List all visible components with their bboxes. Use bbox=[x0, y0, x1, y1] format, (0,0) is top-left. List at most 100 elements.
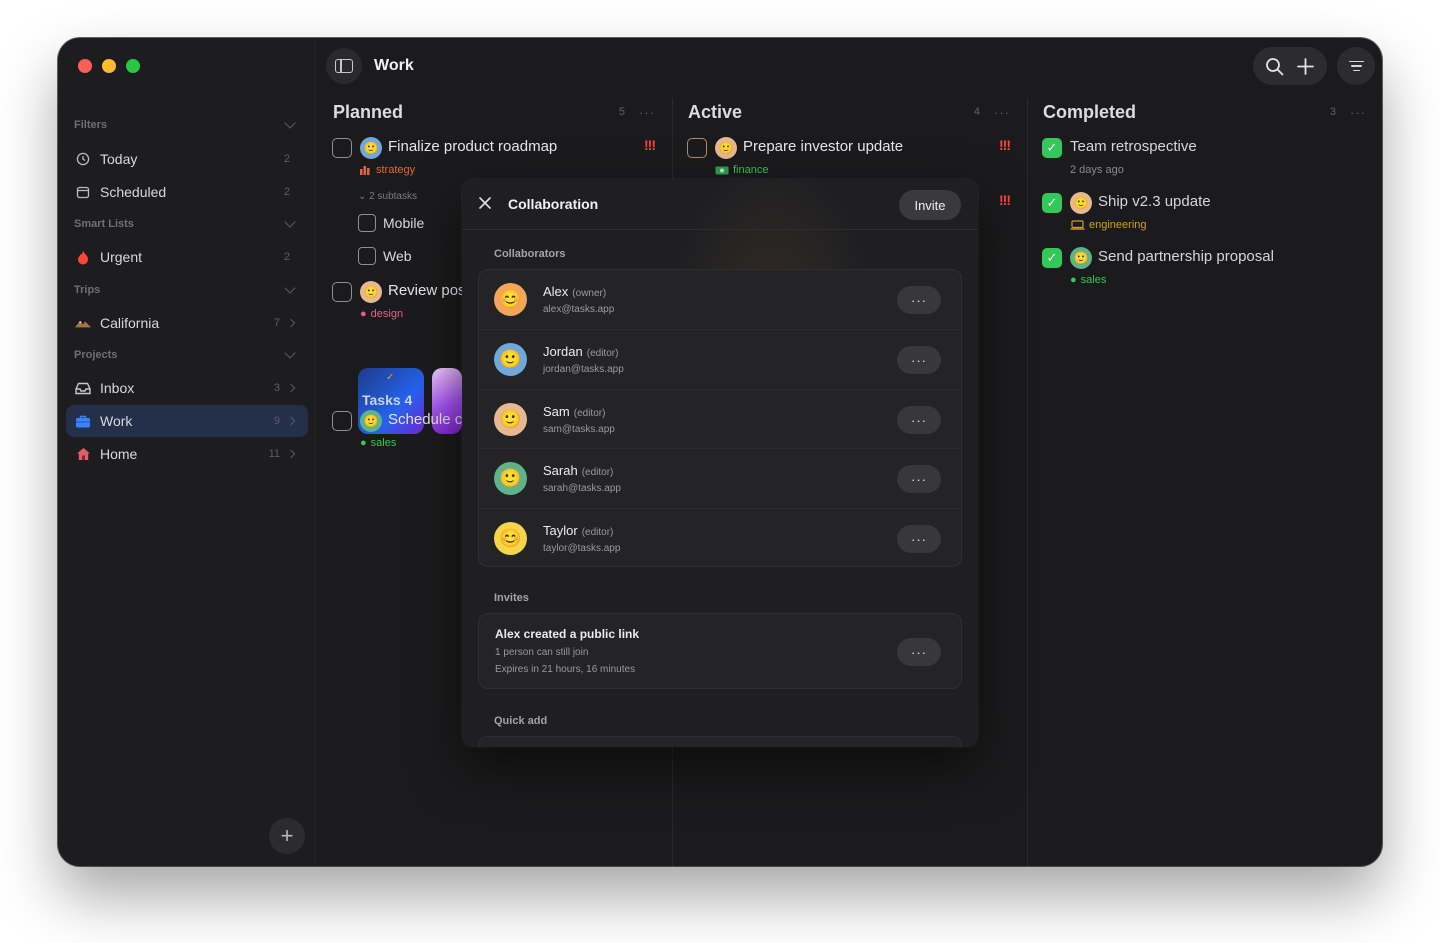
sidebar-item-urgent[interactable]: Urgent 2 bbox=[66, 241, 308, 273]
quick-add-card[interactable] bbox=[478, 736, 962, 747]
section-trips[interactable]: Trips bbox=[74, 280, 300, 300]
add-task-button[interactable] bbox=[1292, 52, 1320, 80]
assignee-avatar: 🙂 bbox=[360, 281, 382, 303]
column-more-button[interactable]: ··· bbox=[1350, 105, 1366, 120]
column-more-button[interactable]: ··· bbox=[639, 105, 655, 120]
chevron-down-icon bbox=[284, 117, 296, 129]
column-completed: Completed 3 ··· ✓ Team retrospective 2 d… bbox=[1027, 98, 1382, 866]
subtask-label: Web bbox=[383, 248, 412, 264]
collaborator-more-button[interactable]: ··· bbox=[897, 406, 941, 434]
add-list-button[interactable]: + bbox=[269, 818, 305, 854]
collaborator-role: (editor) bbox=[573, 408, 606, 419]
calendar-icon bbox=[75, 184, 91, 200]
sidebar-item-home[interactable]: Home 11 bbox=[66, 438, 308, 470]
dollar-icon: ● bbox=[1070, 274, 1077, 286]
palette-icon: ● bbox=[360, 308, 367, 320]
clock-icon bbox=[75, 151, 91, 167]
check-icon: ✓ bbox=[386, 372, 395, 383]
section-label: Projects bbox=[74, 349, 118, 361]
section-smart-lists[interactable]: Smart Lists bbox=[74, 214, 300, 234]
collaborator-row: 😊 Taylor (editor) taylor@tasks.app ··· bbox=[479, 508, 961, 567]
close-window-button[interactable] bbox=[78, 59, 92, 73]
section-heading: Invites bbox=[494, 592, 529, 604]
sidebar-item-inbox[interactable]: Inbox 3 bbox=[66, 372, 308, 404]
task-checkbox[interactable] bbox=[332, 411, 352, 431]
task-item[interactable]: ✓ 🙂 Send partnership proposal ● sales bbox=[1042, 247, 1366, 299]
subtasks-toggle[interactable]: ⌄ 2 subtasks bbox=[358, 191, 417, 202]
sidebar-item-count: 2 bbox=[283, 153, 290, 165]
sidebar-item-count: 2 bbox=[283, 251, 290, 263]
toggle-sidebar-button[interactable] bbox=[326, 48, 362, 84]
filter-menu-button[interactable] bbox=[1337, 47, 1375, 85]
collaborator-email: jordan@tasks.app bbox=[543, 364, 624, 375]
task-checkbox[interactable] bbox=[332, 282, 352, 302]
task-checkbox[interactable] bbox=[687, 138, 707, 158]
section-label: Trips bbox=[74, 284, 101, 296]
task-checkbox[interactable]: ✓ bbox=[1042, 138, 1062, 158]
collaborator-row: 🙂 Jordan (editor) jordan@tasks.app ··· bbox=[479, 329, 961, 388]
assignee-avatar: 🙂 bbox=[360, 410, 382, 432]
task-item[interactable]: ✓ 🙂 Ship v2.3 update engineering bbox=[1042, 192, 1366, 244]
column-more-button[interactable]: ··· bbox=[994, 105, 1010, 120]
task-checkbox[interactable]: ✓ bbox=[1042, 193, 1062, 213]
task-checkbox[interactable] bbox=[332, 138, 352, 158]
sidebar-item-today[interactable]: Today 2 bbox=[66, 143, 308, 175]
collaborator-more-button[interactable]: ··· bbox=[897, 465, 941, 493]
task-tag: ● sales bbox=[360, 437, 397, 449]
close-dialog-button[interactable] bbox=[476, 194, 494, 212]
collaborator-row: 😊 Alex (owner) alex@tasks.app ··· bbox=[479, 270, 961, 329]
avatar: 🙂 bbox=[494, 462, 527, 495]
mountain-icon bbox=[75, 315, 91, 331]
assignee-avatar: 🙂 bbox=[715, 137, 737, 159]
section-heading: Quick add bbox=[494, 715, 548, 727]
section-filters[interactable]: Filters bbox=[74, 115, 300, 135]
assignee-avatar: 🙂 bbox=[1070, 192, 1092, 214]
column-count: 4 bbox=[973, 106, 980, 118]
subtask-checkbox[interactable] bbox=[358, 247, 376, 265]
task-tag: finance bbox=[715, 164, 768, 176]
priority-indicator: !!! bbox=[644, 137, 656, 153]
collaborator-email: sam@tasks.app bbox=[543, 424, 615, 435]
chevron-right-icon bbox=[286, 318, 296, 328]
collaborator-more-button[interactable]: ··· bbox=[897, 286, 941, 314]
close-icon bbox=[479, 197, 491, 209]
sidebar-item-california[interactable]: California 7 bbox=[66, 307, 308, 339]
sidebar-item-label: Home bbox=[100, 446, 138, 462]
sidebar-item-work[interactable]: Work 9 bbox=[66, 405, 308, 437]
task-item[interactable]: ✓ Team retrospective 2 days ago bbox=[1042, 137, 1366, 189]
dollar-icon: ● bbox=[360, 437, 367, 449]
collaborator-role: (editor) bbox=[581, 467, 614, 478]
section-label: Smart Lists bbox=[74, 218, 134, 230]
app-window: Filters Today 2 Scheduled 2 Smart Lists bbox=[58, 38, 1382, 866]
money-icon bbox=[715, 166, 729, 174]
collaborator-name: Alex bbox=[543, 284, 569, 299]
sidebar-item-count: 9 bbox=[273, 415, 280, 427]
column-header: Active 4 ··· bbox=[688, 100, 1010, 124]
collaborator-more-button[interactable]: ··· bbox=[897, 525, 941, 553]
task-tag: ● sales bbox=[1070, 274, 1107, 286]
subtask-item[interactable]: Web bbox=[358, 247, 412, 265]
subtask-checkbox[interactable] bbox=[358, 214, 376, 232]
avatar: 😊 bbox=[494, 522, 527, 555]
collaborators-list: 😊 Alex (owner) alex@tasks.app ··· 🙂 Jorda… bbox=[478, 269, 962, 567]
task-meta: 2 days ago bbox=[1070, 164, 1124, 176]
task-checkbox[interactable]: ✓ bbox=[1042, 248, 1062, 268]
invite-more-button[interactable]: ··· bbox=[897, 638, 941, 666]
collaborator-more-button[interactable]: ··· bbox=[897, 346, 941, 374]
avatar: 🙂 bbox=[494, 343, 527, 376]
sidebar-item-count: 11 bbox=[268, 448, 280, 460]
invite-button[interactable]: Invite bbox=[899, 190, 961, 220]
column-count: 5 bbox=[618, 106, 625, 118]
sidebar-item-scheduled[interactable]: Scheduled 2 bbox=[66, 176, 308, 208]
task-title: Prepare investor update bbox=[743, 138, 904, 155]
zoom-window-button[interactable] bbox=[126, 59, 140, 73]
minimize-window-button[interactable] bbox=[102, 59, 116, 73]
column-title: Active bbox=[688, 101, 743, 122]
column-title: Completed bbox=[1043, 101, 1137, 122]
subtask-item[interactable]: Mobile bbox=[358, 214, 424, 232]
search-button[interactable] bbox=[1261, 52, 1289, 80]
subtask-label: Mobile bbox=[383, 215, 425, 231]
section-heading: Collaborators bbox=[494, 248, 566, 260]
section-projects[interactable]: Projects bbox=[74, 345, 300, 365]
assignee-avatar: 🙂 bbox=[1070, 247, 1092, 269]
